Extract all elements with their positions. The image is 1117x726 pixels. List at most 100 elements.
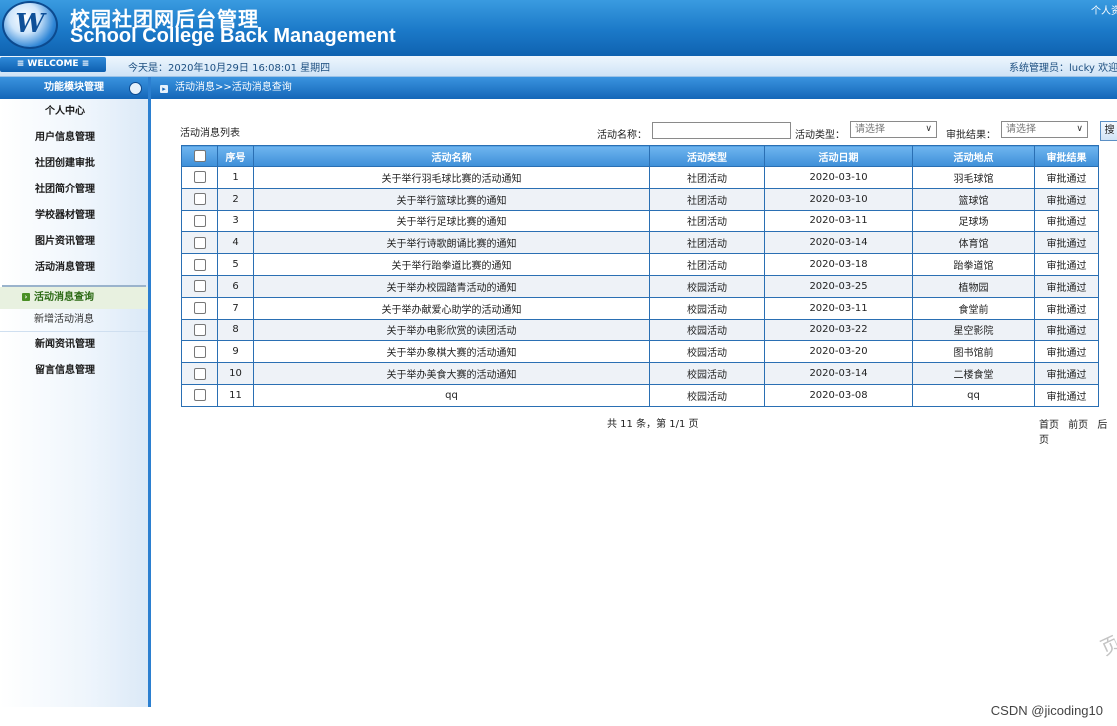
activity-name-label: 活动名称： (597, 130, 647, 141)
approval-result-select[interactable]: 请选择 ∨ (1001, 121, 1088, 138)
row-checkbox[interactable] (193, 367, 206, 380)
row-checkbox[interactable] (193, 280, 206, 293)
activity-name-cell: 关于举办象棋大赛的活动通知 (253, 340, 650, 364)
table-row: 6 关于举办校园踏青活动的通知 校园活动 2020-03-25 植物园 审批通过 (181, 274, 1099, 298)
row-select-cell (181, 296, 218, 320)
column-header: 活动名称 (253, 145, 650, 167)
sidebar-item-activity-messages[interactable]: 活动消息管理 (0, 255, 148, 281)
activity-type-cell: 社团活动 (649, 209, 765, 233)
row-select-cell (181, 318, 218, 342)
sidebar-item-user-info[interactable]: 用户信息管理 (0, 125, 148, 151)
column-header: 活动日期 (764, 145, 913, 167)
row-index-cell: 7 (217, 296, 254, 320)
logo: W (2, 1, 58, 49)
approval-result-cell: 审批通过 (1034, 209, 1099, 233)
activity-location-cell: 星空影院 (912, 318, 1035, 342)
activity-type-select[interactable]: 请选择 ∨ (850, 121, 937, 138)
activity-date-cell: 2020-03-22 (764, 318, 913, 342)
table-row: 11 qq 校园活动 2020-03-08 qq 审批通过 (181, 383, 1099, 407)
activity-location-cell: 食堂前 (912, 296, 1035, 320)
activity-type-cell: 校园活动 (649, 340, 765, 364)
activity-type-cell: 校园活动 (649, 362, 765, 385)
activity-type-cell: 校园活动 (649, 296, 765, 320)
activity-type-label: 活动类型： (795, 130, 845, 141)
prev-page-link[interactable]: 前页 (1068, 420, 1088, 431)
sidebar-subitem-activity-query[interactable]: › 活动消息查询 (0, 287, 148, 309)
row-checkbox[interactable] (193, 389, 206, 402)
activity-name-cell: 关于举行羽毛球比赛的活动通知 (253, 166, 650, 189)
sidebar-header: 功能模块管理 (0, 77, 148, 99)
row-select-cell (181, 362, 218, 385)
chevron-right-icon: › (22, 293, 30, 301)
first-page-link[interactable]: 首页 (1039, 420, 1059, 431)
sidebar-toggle-icon[interactable] (129, 82, 142, 95)
current-datetime: 今天是：2020年10月29日 16:08:01 星期四 (128, 63, 331, 74)
row-checkbox[interactable] (193, 323, 206, 336)
search-button[interactable]: 搜索 (1100, 121, 1117, 141)
activity-name-cell: 关于举行跆拳道比赛的通知 (253, 253, 650, 276)
row-index-cell: 10 (217, 362, 254, 385)
table-row: 9 关于举办象棋大赛的活动通知 校园活动 2020-03-20 图书馆前 审批通过 (181, 340, 1099, 364)
activity-type-cell: 社团活动 (649, 231, 765, 255)
activity-location-cell: 篮球馆 (912, 187, 1035, 211)
activity-date-cell: 2020-03-25 (764, 274, 913, 298)
watermark: CSDN @jicoding10 (990, 703, 1103, 718)
row-index-cell: 6 (217, 274, 254, 298)
row-index-cell: 4 (217, 231, 254, 255)
activity-date-cell: 2020-03-20 (764, 340, 913, 364)
sidebar-item-club-intro[interactable]: 社团简介管理 (0, 177, 148, 203)
row-select-cell (181, 253, 218, 276)
activity-location-cell: 二楼食堂 (912, 362, 1035, 385)
activity-type-cell: 校园活动 (649, 318, 765, 342)
activity-table: 序号 活动名称 活动类型 活动日期 活动地点 审批结果 1 关于举行羽毛球比赛的活… (181, 145, 1099, 407)
activity-name-input[interactable] (652, 122, 791, 139)
activity-location-cell: 植物园 (912, 274, 1035, 298)
sidebar-item-equipment[interactable]: 学校器材管理 (0, 203, 148, 229)
personal-profile-link[interactable]: 个人资料 (1091, 2, 1117, 17)
activity-date-cell: 2020-03-11 (764, 209, 913, 233)
sidebar-item-personal-center[interactable]: 个人中心 (0, 99, 148, 125)
table-row: 4 关于举行诗歌朗诵比赛的通知 社团活动 2020-03-14 体育馆 审批通过 (181, 231, 1099, 255)
table-row: 8 关于举办电影欣赏的读团活动 校园活动 2020-03-22 星空影院 审批通过 (181, 318, 1099, 342)
sidebar-subitem-label: 活动消息查询 (34, 292, 94, 303)
row-select-cell (181, 166, 218, 189)
info-bar: ≡ WELCOME ≡ 今天是：2020年10月29日 16:08:01 星期四… (0, 56, 1117, 77)
row-checkbox[interactable] (193, 236, 206, 249)
sidebar-item-messages[interactable]: 留言信息管理 (0, 358, 148, 384)
activity-location-cell: qq (912, 383, 1035, 407)
sidebar-item-club-approval[interactable]: 社团创建审批 (0, 151, 148, 177)
activity-name-cell: 关于举办美食大赛的活动通知 (253, 362, 650, 385)
row-index-cell: 2 (217, 187, 254, 211)
row-checkbox[interactable] (193, 193, 206, 206)
approval-result-cell: 审批通过 (1034, 362, 1099, 385)
sidebar-item-news[interactable]: 新闻资讯管理 (0, 332, 148, 358)
activity-date-cell: 2020-03-08 (764, 383, 913, 407)
admin-greeting: 系统管理员：lucky 欢迎您 (1009, 63, 1117, 74)
sidebar-subitem-add-activity[interactable]: 新增活动消息 (0, 309, 148, 332)
activity-type-cell: 社团活动 (649, 166, 765, 189)
approval-result-cell: 审批通过 (1034, 340, 1099, 364)
sidebar-item-image-news[interactable]: 图片资讯管理 (0, 229, 148, 255)
pager-summary: 共 11 条，第 1/1 页 (607, 419, 699, 430)
activity-location-cell: 体育馆 (912, 231, 1035, 255)
row-checkbox[interactable] (193, 302, 206, 315)
row-checkbox[interactable] (193, 345, 206, 358)
approval-result-cell: 审批通过 (1034, 296, 1099, 320)
logo-letter: W (15, 9, 45, 39)
stamp-mark: 页 (1096, 630, 1117, 661)
select-all-cell (181, 145, 218, 167)
row-checkbox[interactable] (193, 214, 206, 227)
table-header-row: 序号 活动名称 活动类型 活动日期 活动地点 审批结果 (181, 145, 1099, 167)
activity-date-cell: 2020-03-18 (764, 253, 913, 276)
activity-type-value: 请选择 (855, 124, 885, 135)
approval-result-cell: 审批通过 (1034, 231, 1099, 255)
approval-result-cell: 审批通过 (1034, 383, 1099, 407)
column-header: 活动类型 (649, 145, 765, 167)
activity-name-cell: 关于举行诗歌朗诵比赛的通知 (253, 231, 650, 255)
row-select-cell (181, 340, 218, 364)
activity-date-cell: 2020-03-14 (764, 231, 913, 255)
row-checkbox[interactable] (193, 171, 206, 184)
select-all-checkbox[interactable] (193, 150, 206, 162)
row-checkbox[interactable] (193, 258, 206, 271)
activity-date-cell: 2020-03-11 (764, 296, 913, 320)
